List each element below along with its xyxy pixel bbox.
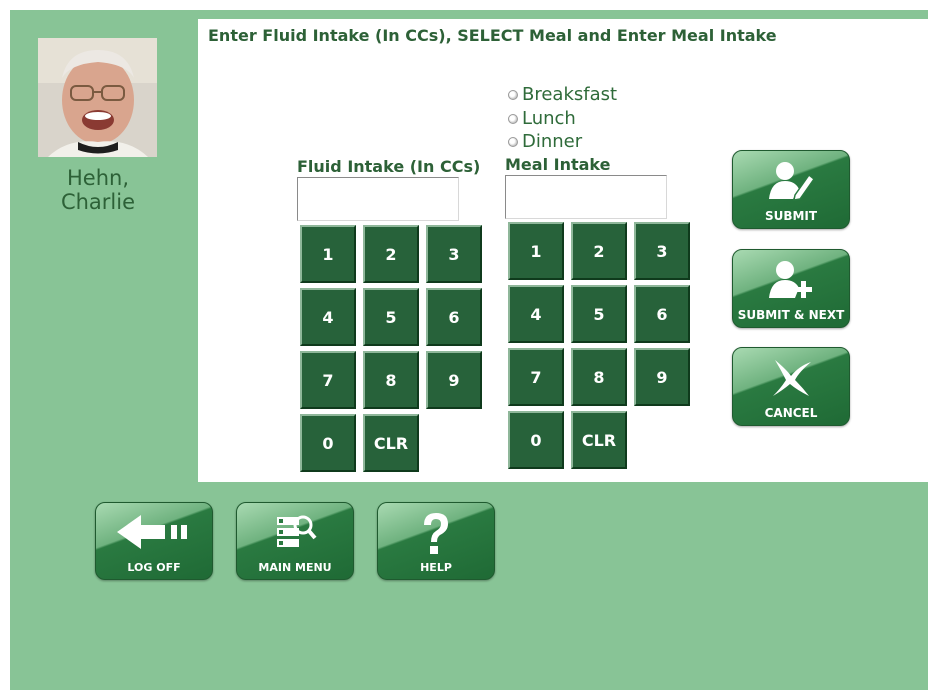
meal-key-9[interactable]: 9 — [634, 348, 690, 406]
radio-label: Breaksfast — [522, 84, 618, 105]
x-icon — [733, 356, 849, 398]
radio-breakfast[interactable]: Breaksfast — [508, 84, 617, 105]
radio-button-icon[interactable] — [508, 113, 518, 124]
resident-avatar — [38, 38, 157, 157]
radio-label: Dinner — [522, 131, 583, 152]
meal-key-2[interactable]: 2 — [571, 222, 627, 280]
question-icon — [378, 511, 494, 559]
fluid-key-8[interactable]: 8 — [363, 351, 419, 409]
radio-dinner[interactable]: Dinner — [508, 131, 582, 152]
meal-key-5[interactable]: 5 — [571, 285, 627, 343]
fluid-key-5[interactable]: 5 — [363, 288, 419, 346]
submit-next-label: SUBMIT & NEXT — [737, 308, 845, 322]
meal-key-1[interactable]: 1 — [508, 222, 564, 280]
meal-key-0[interactable]: 0 — [508, 411, 564, 469]
meal-key-clr[interactable]: CLR — [571, 411, 627, 469]
fluid-key-2[interactable]: 2 — [363, 225, 419, 283]
fluid-key-0[interactable]: 0 — [300, 414, 356, 472]
exit-arrow-icon — [96, 511, 212, 553]
meal-intake-input[interactable] — [505, 175, 667, 219]
resident-name: Hehn, Charlie — [60, 166, 136, 214]
menu-search-icon — [237, 511, 353, 553]
submit-label: SUBMIT — [764, 209, 818, 223]
submit-button[interactable]: SUBMIT — [732, 150, 850, 229]
radio-button-icon[interactable] — [508, 89, 518, 100]
user-add-icon — [733, 258, 849, 300]
log-off-button[interactable]: LOG OFF — [95, 502, 213, 580]
meal-key-4[interactable]: 4 — [508, 285, 564, 343]
fluid-key-6[interactable]: 6 — [426, 288, 482, 346]
meal-key-8[interactable]: 8 — [571, 348, 627, 406]
log-off-label: LOG OFF — [127, 561, 181, 574]
fluid-key-4[interactable]: 4 — [300, 288, 356, 346]
cancel-button[interactable]: CANCEL — [732, 347, 850, 426]
help-label: HELP — [420, 561, 452, 574]
help-button[interactable]: HELP — [377, 502, 495, 580]
radio-lunch[interactable]: Lunch — [508, 108, 576, 129]
fluid-intake-label: Fluid Intake (In CCs) — [297, 157, 481, 176]
page-instruction: Enter Fluid Intake (In CCs), SELECT Meal… — [208, 26, 777, 45]
meal-key-3[interactable]: 3 — [634, 222, 690, 280]
main-menu-button[interactable]: MAIN MENU — [236, 502, 354, 580]
radio-label: Lunch — [522, 108, 576, 129]
submit-next-button[interactable]: SUBMIT & NEXT — [732, 249, 850, 328]
fluid-key-3[interactable]: 3 — [426, 225, 482, 283]
fluid-intake-input[interactable] — [297, 177, 459, 221]
fluid-key-1[interactable]: 1 — [300, 225, 356, 283]
radio-button-icon[interactable] — [508, 136, 518, 147]
main-menu-label: MAIN MENU — [258, 561, 332, 574]
user-edit-icon — [733, 159, 849, 201]
fluid-key-9[interactable]: 9 — [426, 351, 482, 409]
meal-intake-label: Meal Intake — [505, 155, 611, 174]
meal-key-6[interactable]: 6 — [634, 285, 690, 343]
meal-key-7[interactable]: 7 — [508, 348, 564, 406]
cancel-label: CANCEL — [764, 406, 818, 420]
fluid-key-7[interactable]: 7 — [300, 351, 356, 409]
fluid-key-clr[interactable]: CLR — [363, 414, 419, 472]
